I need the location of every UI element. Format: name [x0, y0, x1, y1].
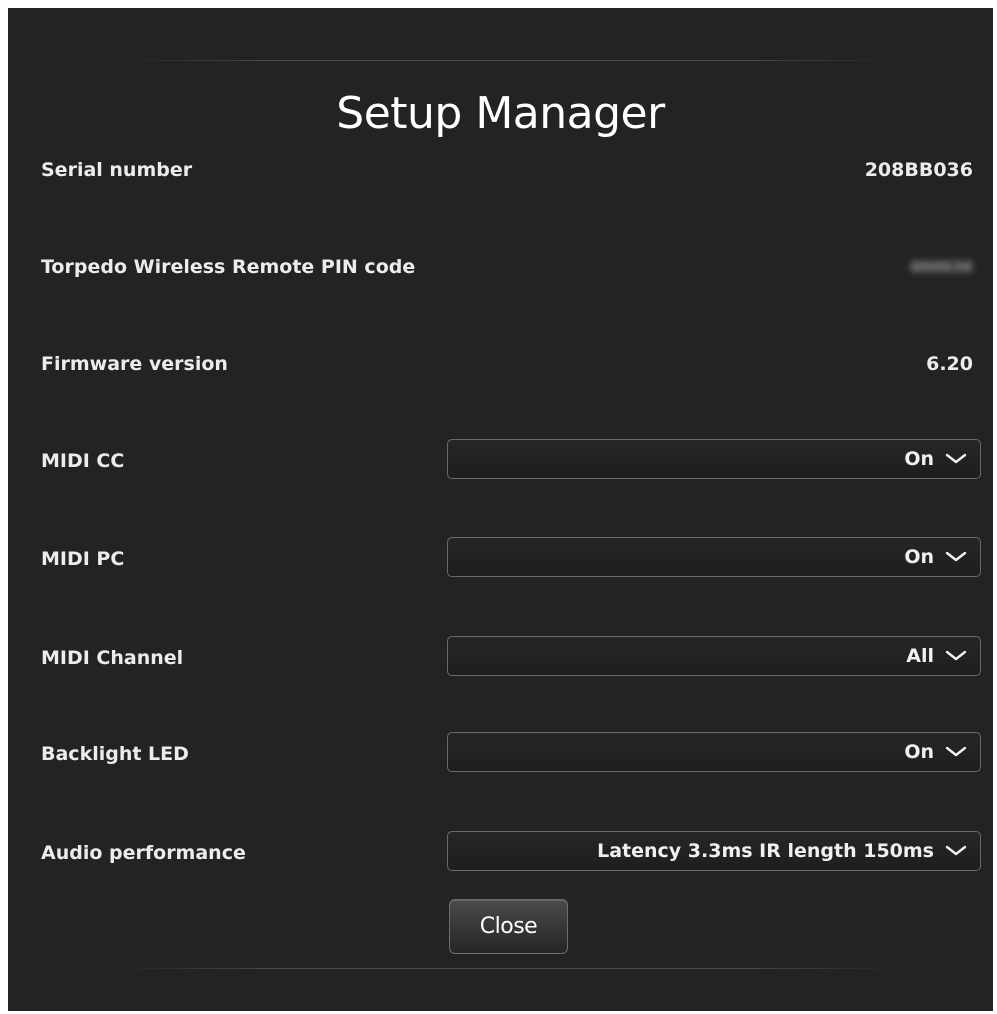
- audio-performance-value: Latency 3.3ms IR length 150ms: [597, 840, 934, 862]
- audio-performance-label: Audio performance: [41, 842, 246, 864]
- audio-performance-dropdown[interactable]: Latency 3.3ms IR length 150ms: [447, 831, 981, 871]
- chevron-down-icon: [944, 550, 968, 564]
- serial-number-value: 208BB036: [864, 159, 973, 181]
- chevron-down-icon: [944, 745, 968, 759]
- pin-code-value: 000036: [910, 258, 973, 276]
- midi-pc-value: On: [904, 546, 934, 568]
- backlight-led-value: On: [904, 741, 934, 763]
- firmware-version-value: 6.20: [926, 353, 973, 375]
- midi-channel-label: MIDI Channel: [41, 647, 184, 669]
- midi-cc-label: MIDI CC: [41, 450, 125, 472]
- chevron-down-icon: [944, 452, 968, 466]
- midi-channel-value: All: [906, 645, 934, 667]
- chevron-down-icon: [944, 844, 968, 858]
- dialog-title: Setup Manager: [336, 88, 665, 139]
- firmware-version-label: Firmware version: [41, 353, 228, 375]
- midi-cc-dropdown[interactable]: On: [447, 439, 981, 479]
- midi-pc-label: MIDI PC: [41, 548, 125, 570]
- midi-cc-value: On: [904, 448, 934, 470]
- pin-code-label: Torpedo Wireless Remote PIN code: [41, 256, 416, 278]
- top-divider: [118, 60, 898, 61]
- chevron-down-icon: [944, 649, 968, 663]
- midi-channel-dropdown[interactable]: All: [447, 636, 981, 676]
- midi-pc-dropdown[interactable]: On: [447, 537, 981, 577]
- bottom-divider: [118, 968, 898, 969]
- close-button[interactable]: Close: [449, 899, 568, 954]
- serial-number-label: Serial number: [41, 159, 193, 181]
- backlight-led-dropdown[interactable]: On: [447, 732, 981, 772]
- backlight-led-label: Backlight LED: [41, 743, 189, 765]
- setup-manager-dialog: Setup Manager Serial number 208BB036 Tor…: [8, 8, 993, 1011]
